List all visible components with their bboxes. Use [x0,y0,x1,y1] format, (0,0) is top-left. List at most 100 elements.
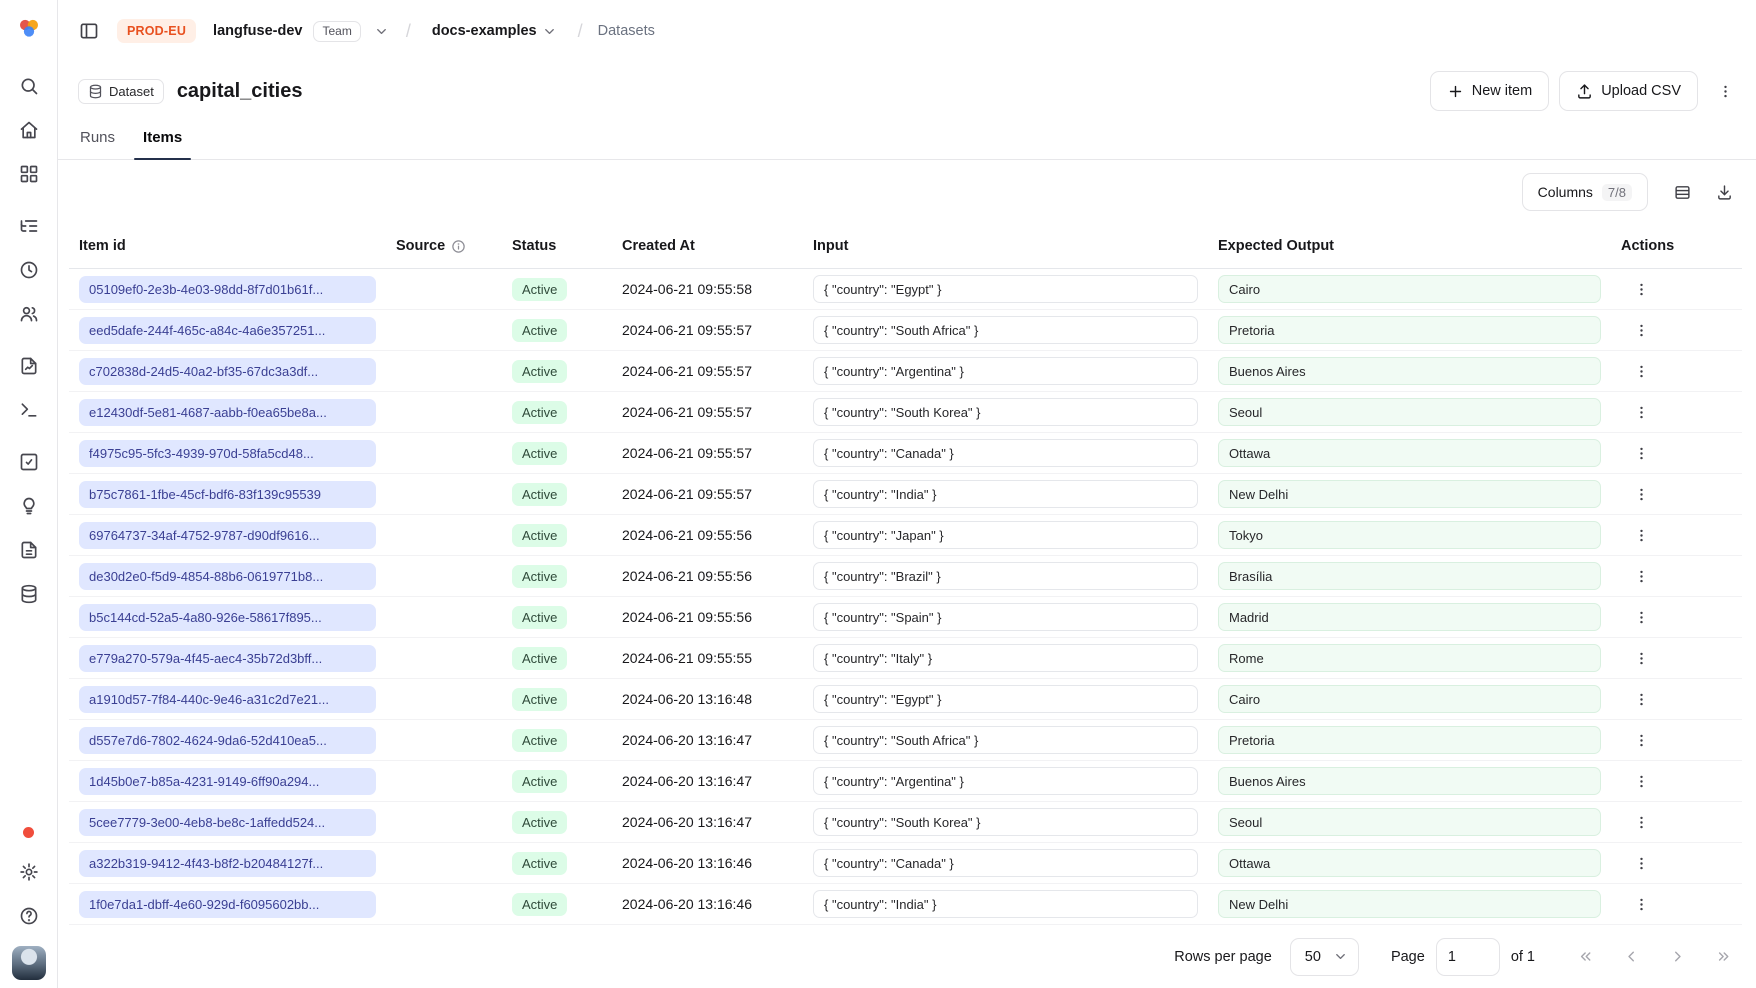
sidebar-item-terminal[interactable] [11,392,47,428]
langfuse-logo[interactable] [11,10,47,46]
row-height-button[interactable] [1664,174,1700,210]
page-more-actions-button[interactable] [1708,74,1742,108]
expected-output-cell[interactable]: Brasília [1218,562,1601,590]
item-id-link[interactable]: a322b319-9412-4f43-b8f2-b20484127f... [79,850,376,877]
row-actions-button[interactable] [1626,274,1656,304]
breadcrumb-datasets[interactable]: Datasets [598,23,655,39]
sidebar-item-lightbulb[interactable] [11,488,47,524]
input-cell[interactable]: { "country": "India" } [813,480,1198,508]
expected-output-cell[interactable]: Rome [1218,644,1601,672]
expected-output-cell[interactable]: Buenos Aires [1218,357,1601,385]
input-cell[interactable]: { "country": "Brazil" } [813,562,1198,590]
sidebar-item-file-chart[interactable] [11,348,47,384]
item-id-link[interactable]: e12430df-5e81-4687-aabb-f0ea65be8a... [79,399,376,426]
row-actions-button[interactable] [1626,807,1656,837]
expected-output-cell[interactable]: New Delhi [1218,890,1601,918]
expected-output-cell[interactable]: Ottawa [1218,439,1601,467]
header-item-id[interactable]: Item id [69,238,386,254]
row-actions-button[interactable] [1626,561,1656,591]
item-id-link[interactable]: eed5dafe-244f-465c-a84c-4a6e357251... [79,317,376,344]
new-item-button[interactable]: New item [1430,71,1549,111]
previous-page-button[interactable] [1615,940,1648,973]
item-id-link[interactable]: 1f0e7da1-dbff-4e60-929d-f6095602bb... [79,891,376,918]
item-id-link[interactable]: b75c7861-1fbe-45cf-bdf6-83f139c95539 [79,481,376,508]
row-actions-button[interactable] [1626,889,1656,919]
page-number-input[interactable] [1436,938,1500,976]
input-cell[interactable]: { "country": "Egypt" } [813,275,1198,303]
input-cell[interactable]: { "country": "Canada" } [813,849,1198,877]
row-actions-button[interactable] [1626,397,1656,427]
sidebar-toggle-button[interactable] [72,14,106,48]
row-actions-button[interactable] [1626,520,1656,550]
item-id-link[interactable]: 69764737-34af-4752-9787-d90df9616... [79,522,376,549]
sidebar-item-database[interactable] [11,576,47,612]
item-id-link[interactable]: de30d2e0-f5d9-4854-88b6-0619771b8... [79,563,376,590]
sidebar-item-clock[interactable] [11,252,47,288]
item-id-link[interactable]: 5cee7779-3e00-4eb8-be8c-1affedd524... [79,809,376,836]
input-cell[interactable]: { "country": "South Africa" } [813,316,1198,344]
export-download-button[interactable] [1706,174,1742,210]
row-actions-button[interactable] [1626,356,1656,386]
header-input[interactable]: Input [803,238,1208,254]
header-source[interactable]: Source [386,238,502,254]
input-cell[interactable]: { "country": "Spain" } [813,603,1198,631]
item-id-link[interactable]: f4975c95-5fc3-4939-970d-58fa5cd48... [79,440,376,467]
row-actions-button[interactable] [1626,684,1656,714]
expected-output-cell[interactable]: Tokyo [1218,521,1601,549]
item-id-link[interactable]: 1d45b0e7-b85a-4231-9149-6ff90a294... [79,768,376,795]
tab-items[interactable]: Items [131,129,194,159]
header-expected-output[interactable]: Expected Output [1208,238,1611,254]
expected-output-cell[interactable]: Cairo [1218,685,1601,713]
row-actions-button[interactable] [1626,602,1656,632]
input-cell[interactable]: { "country": "South Korea" } [813,808,1198,836]
item-id-link[interactable]: e779a270-579a-4f45-aec4-35b72d3bff... [79,645,376,672]
upload-csv-button[interactable]: Upload CSV [1559,71,1698,111]
sidebar-item-home[interactable] [11,112,47,148]
header-status[interactable]: Status [502,238,612,254]
input-cell[interactable]: { "country": "Canada" } [813,439,1198,467]
row-actions-button[interactable] [1626,766,1656,796]
columns-button[interactable]: Columns 7/8 [1522,173,1648,211]
user-menu-button[interactable] [12,942,46,976]
sidebar-item-list-tree[interactable] [11,208,47,244]
expected-output-cell[interactable]: Ottawa [1218,849,1601,877]
project-switcher[interactable]: docs-examples [426,22,563,40]
last-page-button[interactable] [1707,940,1740,973]
input-cell[interactable]: { "country": "Argentina" } [813,357,1198,385]
sidebar-item-search[interactable] [11,68,47,104]
input-cell[interactable]: { "country": "Egypt" } [813,685,1198,713]
input-cell[interactable]: { "country": "Argentina" } [813,767,1198,795]
tab-runs[interactable]: Runs [68,129,127,159]
sidebar-item-dashboard-grid[interactable] [11,156,47,192]
expected-output-cell[interactable]: Seoul [1218,808,1601,836]
sidebar-item-help-circle[interactable] [11,898,47,934]
sidebar-item-square-check[interactable] [11,444,47,480]
expected-output-cell[interactable]: Cairo [1218,275,1601,303]
item-id-link[interactable]: b5c144cd-52a5-4a80-926e-58617f895... [79,604,376,631]
item-id-link[interactable]: d557e7d6-7802-4624-9da6-52d410ea5... [79,727,376,754]
expected-output-cell[interactable]: Pretoria [1218,316,1601,344]
sidebar-item-settings-gear[interactable] [11,854,47,890]
input-cell[interactable]: { "country": "South Africa" } [813,726,1198,754]
row-actions-button[interactable] [1626,848,1656,878]
row-actions-button[interactable] [1626,643,1656,673]
org-switcher-button[interactable] [372,22,391,41]
item-id-link[interactable]: a1910d57-7f84-440c-9e46-a31c2d7e21... [79,686,376,713]
first-page-button[interactable] [1569,940,1602,973]
input-cell[interactable]: { "country": "Japan" } [813,521,1198,549]
row-actions-button[interactable] [1626,315,1656,345]
sidebar-item-users[interactable] [11,296,47,332]
expected-output-cell[interactable]: Madrid [1218,603,1601,631]
input-cell[interactable]: { "country": "India" } [813,890,1198,918]
input-cell[interactable]: { "country": "Italy" } [813,644,1198,672]
row-actions-button[interactable] [1626,438,1656,468]
next-page-button[interactable] [1661,940,1694,973]
sidebar-item-file-text[interactable] [11,532,47,568]
org-name[interactable]: langfuse-dev [213,23,302,39]
row-actions-button[interactable] [1626,479,1656,509]
expected-output-cell[interactable]: Pretoria [1218,726,1601,754]
item-id-link[interactable]: c702838d-24d5-40a2-bf35-67dc3a3df... [79,358,376,385]
expected-output-cell[interactable]: Buenos Aires [1218,767,1601,795]
row-actions-button[interactable] [1626,725,1656,755]
expected-output-cell[interactable]: New Delhi [1218,480,1601,508]
